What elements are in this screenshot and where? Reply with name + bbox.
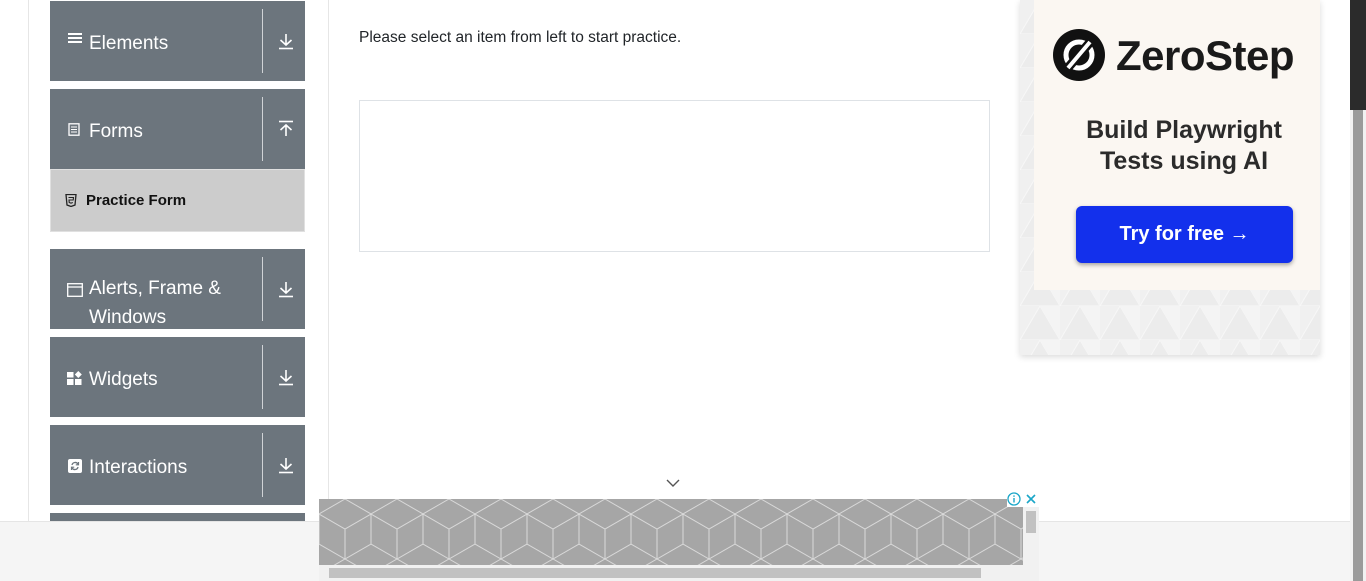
ad-headline-line2: Tests using AI	[1099, 147, 1269, 175]
close-icon[interactable]	[1024, 492, 1038, 506]
divider	[262, 97, 263, 161]
expand-down-icon[interactable]	[276, 455, 296, 475]
sidebar-group-label-line2: Windows	[89, 307, 167, 328]
collapse-up-icon[interactable]	[276, 119, 296, 139]
html5-icon	[65, 194, 77, 207]
sidebar-group-widgets[interactable]: Widgets	[50, 337, 305, 417]
practice-instruction: Please select an item from left to start…	[359, 29, 682, 46]
sidebar-group-label: Widgets	[89, 369, 158, 390]
list-icon	[68, 33, 82, 43]
expand-down-icon[interactable]	[276, 367, 296, 387]
left-border	[28, 0, 29, 521]
expand-down-icon[interactable]	[276, 31, 296, 51]
ad-brand-name: ZeroStep	[1116, 32, 1295, 79]
page: Elements Forms Practice Form Alerts, Fra…	[0, 0, 1366, 581]
ad-banner-right[interactable]: ZeroStep Build Playwright Tests using AI…	[1020, 0, 1320, 355]
ad-cta-button[interactable]: Try for free →	[1076, 206, 1293, 263]
divider	[262, 9, 263, 73]
sidebar-group-label-line1: Alerts, Frame &	[89, 278, 221, 299]
scrollbar-thumb[interactable]	[1353, 110, 1363, 581]
form-icon	[68, 123, 80, 136]
sidebar-group-interactions[interactable]: Interactions	[50, 425, 305, 505]
divider	[262, 433, 263, 497]
window-icon	[67, 283, 83, 297]
divider	[262, 345, 263, 409]
ad-horizontal-scrollbar[interactable]	[319, 565, 1039, 581]
ad-banner-bottom[interactable]	[319, 499, 1039, 581]
sidebar-group-forms[interactable]: Forms	[50, 89, 305, 169]
practice-content-area	[359, 100, 990, 252]
sidebar-group-label: Forms	[89, 121, 143, 142]
sidebar-item-practice-form[interactable]: Practice Form	[50, 169, 305, 232]
ad-cube-pattern	[319, 499, 1023, 565]
ad-headline-line1: Build Playwright	[1086, 116, 1282, 144]
sidebar-group-elements[interactable]: Elements	[50, 1, 305, 81]
widgets-icon	[67, 371, 82, 385]
ad-headline: Build Playwright Tests using AI	[1034, 115, 1320, 177]
zerostep-logo-icon	[1053, 29, 1105, 81]
expand-down-icon[interactable]	[276, 279, 296, 299]
scrollbar-track	[1350, 0, 1366, 110]
ad-card: ZeroStep Build Playwright Tests using AI…	[1034, 0, 1320, 290]
sidebar-border	[328, 0, 329, 521]
adchoices-info-icon[interactable]	[1007, 492, 1021, 506]
ad-badge	[1007, 492, 1039, 507]
sidebar-group-label: Elements	[89, 33, 169, 54]
ad-vertical-scrollbar[interactable]	[1023, 499, 1039, 565]
sidebar-group-alerts-frame-windows[interactable]: Alerts, Frame & Windows	[50, 249, 305, 329]
chevron-down-icon[interactable]	[664, 475, 682, 491]
interactions-icon	[68, 459, 82, 473]
page-vertical-scrollbar[interactable]	[1350, 0, 1366, 581]
sidebar-item-label: Practice Form	[86, 192, 187, 209]
sidebar-group-label: Interactions	[89, 457, 188, 478]
divider	[262, 257, 263, 321]
